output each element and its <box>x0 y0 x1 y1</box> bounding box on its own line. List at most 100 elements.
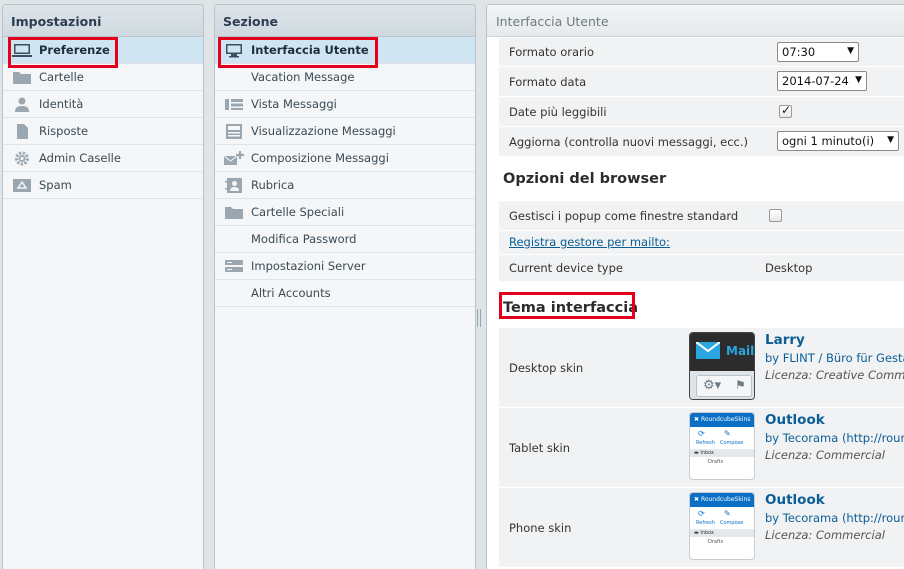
monitor-icon <box>12 44 32 57</box>
compose-icon: ✎ <box>724 509 731 518</box>
list-view-icon <box>225 99 243 110</box>
gear-icon <box>15 151 29 166</box>
skin-name: Larry <box>765 332 805 348</box>
skin-section-title: Tema interfaccia <box>499 297 904 328</box>
section-item-label: Rubrica <box>251 178 295 192</box>
time-format-row: Formato orario 07:30 ▼ <box>499 38 904 67</box>
section-panel-title: Sezione <box>215 5 475 37</box>
time-format-label: Formato orario <box>509 45 594 59</box>
skin-name: Outlook <box>765 412 825 428</box>
settings-item-folders[interactable]: Cartelle <box>3 64 203 91</box>
section-item-password[interactable]: Modifica Password <box>215 226 475 253</box>
skin-label: Desktop skin <box>509 361 584 375</box>
refresh-value: ogni 1 minuto(i) <box>782 134 875 148</box>
date-format-value: 2014-07-24 <box>782 74 849 88</box>
settings-item-responses[interactable]: Risposte <box>3 118 203 145</box>
preferences-form: Formato orario 07:30 ▼ Formato data 2014-… <box>499 38 904 569</box>
section-item-label: Vista Messaggi <box>251 97 337 111</box>
section-item-server[interactable]: Impostazioni Server <box>215 253 475 280</box>
refresh-icon: ⟳ <box>698 509 705 518</box>
settings-item-spam[interactable]: Spam <box>3 172 203 199</box>
pretty-date-row: Date più leggibili <box>499 97 904 127</box>
monitor-icon <box>226 44 242 58</box>
section-item-label: Interfaccia Utente <box>251 43 369 57</box>
section-item-other-accounts[interactable]: Altri Accounts <box>215 280 475 307</box>
section-item-label: Cartelle Speciali <box>251 205 345 219</box>
device-label: Current device type <box>509 261 623 275</box>
section-item-label: Modifica Password <box>251 232 357 246</box>
section-item-label: Composizione Messaggi <box>251 151 389 165</box>
skin-label: Phone skin <box>509 521 572 535</box>
settings-item-label: Risposte <box>39 124 89 138</box>
outlook-skin-thumbnail: ✖ RoundcubeSkins ⟳ ✎ Refresh Compose ▬ I… <box>689 412 755 480</box>
skin-row-tablet[interactable]: Tablet skin ✖ RoundcubeSkins ⟳ ✎ Refresh… <box>499 408 904 488</box>
skin-license: Licenza: Creative Commons <box>765 368 904 382</box>
thumb-button-label: Refresh <box>696 440 715 446</box>
chevron-down-icon: ▼ <box>887 135 894 145</box>
section-item-ui[interactable]: Interfaccia Utente <box>215 37 475 64</box>
browser-section-title: Opzioni del browser <box>499 157 904 201</box>
server-icon <box>225 260 243 272</box>
compose-icon: ✎ <box>724 429 731 438</box>
time-format-value: 07:30 <box>782 45 816 59</box>
date-format-row: Formato data 2014-07-24 ▼ <box>499 67 904 97</box>
recycle-icon <box>13 179 31 192</box>
compose-icon <box>224 151 244 165</box>
person-icon <box>15 97 29 112</box>
device-row: Current device type Desktop <box>499 255 904 282</box>
date-format-label: Formato data <box>509 75 587 89</box>
popup-row: Gestisci i popup come finestre standard <box>499 201 904 231</box>
flag-icon: ⚑ <box>735 378 746 392</box>
skin-name: Outlook <box>765 492 825 508</box>
device-value: Desktop <box>765 261 813 275</box>
section-item-addressbook[interactable]: Rubrica <box>215 172 475 199</box>
settings-item-preferences[interactable]: Preferenze <box>3 37 203 64</box>
thumb-folder-label: Inbox <box>700 530 715 536</box>
document-icon <box>17 124 28 139</box>
refresh-label: Aggiorna (controlla nuovi messaggi, ecc.… <box>509 135 749 149</box>
thumb-button-label: Refresh <box>696 520 715 526</box>
settings-nav: Preferenze Cartelle Identità Risposte Ad… <box>3 37 203 199</box>
larry-thumb-label: Mail <box>726 344 755 358</box>
date-format-select[interactable]: 2014-07-24 ▼ <box>777 71 867 91</box>
panel-splitter[interactable] <box>477 309 483 327</box>
settings-item-identities[interactable]: Identità <box>3 91 203 118</box>
refresh-icon: ⟳ <box>698 429 705 438</box>
section-item-mailbox-view[interactable]: Vista Messaggi <box>215 91 475 118</box>
thumb-folder-label: Drafts <box>708 539 724 545</box>
section-item-special-folders[interactable]: Cartelle Speciali <box>215 199 475 226</box>
outlook-thumb-label: RoundcubeSkins <box>700 496 751 503</box>
section-item-label: Vacation Message <box>251 70 355 84</box>
pretty-date-label: Date più leggibili <box>509 105 607 119</box>
section-nav: Interfaccia Utente Vacation Message Vist… <box>215 37 475 307</box>
section-item-vacation[interactable]: Vacation Message <box>215 64 475 91</box>
settings-item-label: Spam <box>39 178 72 192</box>
thumb-folder-label: Drafts <box>708 459 724 465</box>
popup-checkbox[interactable] <box>769 209 782 222</box>
section-item-compose[interactable]: Composizione Messaggi <box>215 145 475 172</box>
main-panel-title: Interfaccia Utente <box>487 5 904 37</box>
gear-icon: ⚙▾ <box>703 378 722 393</box>
section-item-message-display[interactable]: Visualizzazione Messaggi <box>215 118 475 145</box>
mailto-row: Registra gestore per mailto: <box>499 231 904 255</box>
thumb-button-label: Compose <box>720 520 744 526</box>
chevron-down-icon: ▼ <box>847 46 854 56</box>
chevron-down-icon: ▼ <box>855 75 862 85</box>
skin-author: by Tecorama (http://roundcubeskins.net) <box>765 431 904 445</box>
skin-license: Licenza: Commercial <box>765 448 885 462</box>
refresh-row: Aggiorna (controlla nuovi messaggi, ecc.… <box>499 127 904 157</box>
time-format-select[interactable]: 07:30 ▼ <box>777 42 859 62</box>
skin-row-phone[interactable]: Phone skin ✖ RoundcubeSkins ⟳ ✎ Refresh … <box>499 488 904 568</box>
mail-envelope-icon <box>696 342 720 359</box>
skin-row-desktop[interactable]: Desktop skin Mail ⚙▾ ⚑ Larry by FLINT / … <box>499 328 904 408</box>
refresh-select[interactable]: ogni 1 minuto(i) ▼ <box>777 131 899 151</box>
section-item-label: Impostazioni Server <box>251 259 366 273</box>
outlook-thumb-label: RoundcubeSkins <box>700 416 751 423</box>
popup-label: Gestisci i popup come finestre standard <box>509 209 739 223</box>
settings-item-label: Preferenze <box>39 43 110 57</box>
settings-item-admin[interactable]: Admin Caselle <box>3 145 203 172</box>
pretty-date-checkbox[interactable] <box>779 103 792 118</box>
mailto-link[interactable]: Registra gestore per mailto: <box>509 235 670 249</box>
main-panel: Interfaccia Utente Formato orario 07:30 ▼… <box>486 4 904 569</box>
section-item-label: Visualizzazione Messaggi <box>251 124 396 138</box>
